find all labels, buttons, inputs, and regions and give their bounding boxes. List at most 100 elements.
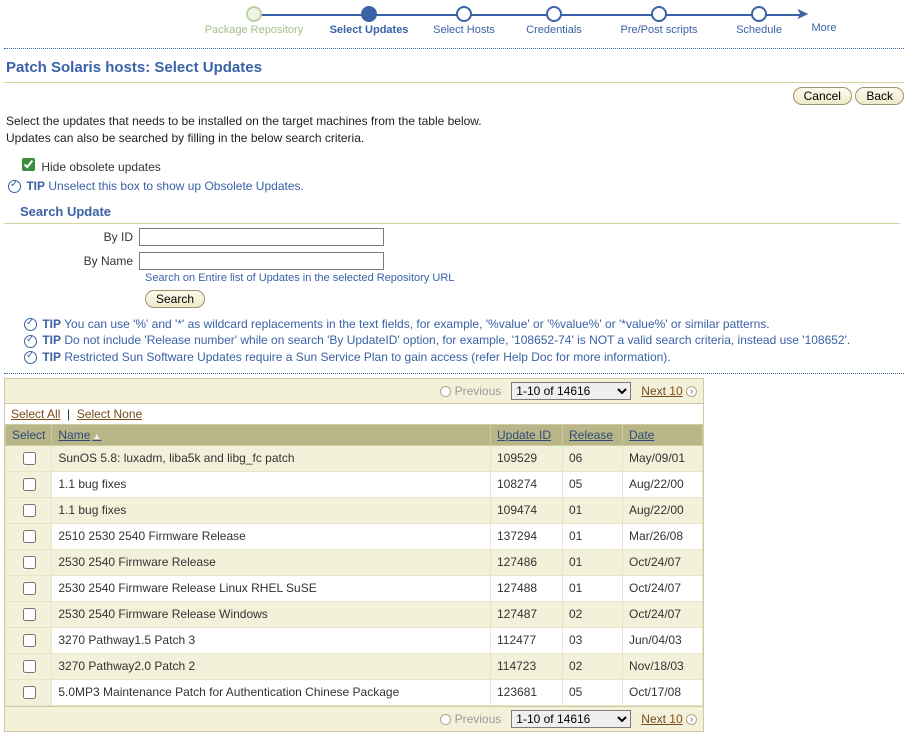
table-row: 2530 2540 Firmware Release Windows127487… bbox=[6, 601, 703, 627]
cell-update-id: 123681 bbox=[491, 679, 563, 705]
tip-line: TIP Do not include 'Release number' whil… bbox=[24, 332, 904, 348]
step-dot-icon bbox=[546, 6, 562, 22]
tip-line: TIP You can use '%' and '*' as wildcard … bbox=[24, 316, 904, 332]
row-checkbox[interactable] bbox=[23, 452, 36, 465]
row-checkbox[interactable] bbox=[23, 634, 36, 647]
next-icon[interactable] bbox=[686, 714, 697, 725]
table-row: SunOS 5.8: luxadm, liba5k and libg_fc pa… bbox=[6, 445, 703, 471]
col-update-id[interactable]: Update ID bbox=[491, 424, 563, 445]
cell-date: Aug/22/00 bbox=[623, 497, 703, 523]
cell-update-id: 127486 bbox=[491, 549, 563, 575]
divider bbox=[4, 373, 904, 374]
next-icon[interactable] bbox=[686, 386, 697, 397]
col-release[interactable]: Release bbox=[563, 424, 623, 445]
step-label: Select Updates bbox=[319, 24, 419, 36]
previous-link: Previous bbox=[455, 712, 502, 726]
hide-obsolete-checkbox[interactable] bbox=[22, 158, 35, 171]
cell-date: Jun/04/03 bbox=[623, 627, 703, 653]
row-checkbox[interactable] bbox=[23, 686, 36, 699]
step-label: Credentials bbox=[504, 24, 604, 36]
row-checkbox[interactable] bbox=[23, 608, 36, 621]
cell-date: Oct/24/07 bbox=[623, 575, 703, 601]
table-row: 1.1 bug fixes10827405Aug/22/00 bbox=[6, 471, 703, 497]
cell-name: SunOS 5.8: luxadm, liba5k and libg_fc pa… bbox=[52, 445, 491, 471]
step-label: Pre/Post scripts bbox=[609, 24, 709, 36]
step-dot-icon bbox=[361, 6, 377, 22]
cell-update-id: 127488 bbox=[491, 575, 563, 601]
cell-name: 2530 2540 Firmware Release bbox=[52, 549, 491, 575]
table-row: 2510 2530 2540 Firmware Release13729401M… bbox=[6, 523, 703, 549]
prev-icon bbox=[440, 714, 451, 725]
next-link[interactable]: Next 10 bbox=[641, 712, 682, 726]
cell-date: Aug/22/00 bbox=[623, 471, 703, 497]
row-checkbox[interactable] bbox=[23, 582, 36, 595]
pager-bottom: Previous 1-10 of 14616 Next 10 bbox=[5, 706, 703, 731]
tip-obsolete: TIP Unselect this box to show up Obsolet… bbox=[4, 178, 904, 194]
wizard-step-pre-post-scripts[interactable]: Pre/Post scripts bbox=[609, 6, 709, 36]
cell-date: May/09/01 bbox=[623, 445, 703, 471]
wizard-step-select-updates[interactable]: Select Updates bbox=[319, 6, 419, 36]
cell-release: 01 bbox=[563, 575, 623, 601]
back-button[interactable]: Back bbox=[855, 87, 904, 105]
table-row: 1.1 bug fixes10947401Aug/22/00 bbox=[6, 497, 703, 523]
table-row: 3270 Pathway2.0 Patch 211472302Nov/18/03 bbox=[6, 653, 703, 679]
row-checkbox[interactable] bbox=[23, 478, 36, 491]
step-label: Package Repository bbox=[204, 24, 304, 36]
tip-line: TIP Restricted Sun Software Updates requ… bbox=[24, 349, 904, 365]
col-select: Select bbox=[6, 424, 52, 445]
row-checkbox[interactable] bbox=[23, 660, 36, 673]
intro-line: Updates can also be searched by filling … bbox=[6, 130, 902, 147]
tip-prefix: TIP bbox=[42, 350, 61, 364]
table-row: 5.0MP3 Maintenance Patch for Authenticat… bbox=[6, 679, 703, 705]
cell-update-id: 137294 bbox=[491, 523, 563, 549]
sort-asc-icon: ▲ bbox=[90, 431, 101, 441]
row-checkbox[interactable] bbox=[23, 556, 36, 569]
cell-update-id: 109474 bbox=[491, 497, 563, 523]
wizard-stepper: ➤ Package Repository Select Updates Sele… bbox=[4, 4, 904, 46]
by-name-label: By Name bbox=[4, 254, 139, 268]
next-link[interactable]: Next 10 bbox=[641, 384, 682, 398]
tip-text: Unselect this box to show up Obsolete Up… bbox=[48, 179, 303, 193]
cell-date: Nov/18/03 bbox=[623, 653, 703, 679]
search-button[interactable]: Search bbox=[145, 290, 205, 308]
select-none-link[interactable]: Select None bbox=[77, 407, 142, 421]
cell-update-id: 114723 bbox=[491, 653, 563, 679]
cell-name: 5.0MP3 Maintenance Patch for Authenticat… bbox=[52, 679, 491, 705]
cell-release: 05 bbox=[563, 679, 623, 705]
cell-date: Oct/24/07 bbox=[623, 549, 703, 575]
prev-icon bbox=[440, 386, 451, 397]
cell-update-id: 108274 bbox=[491, 471, 563, 497]
cell-name: 1.1 bug fixes bbox=[52, 497, 491, 523]
search-by-name-input[interactable] bbox=[139, 252, 384, 270]
updates-panel: Previous 1-10 of 14616 Next 10 Select Al… bbox=[4, 378, 704, 732]
row-checkbox[interactable] bbox=[23, 530, 36, 543]
wizard-step-package-repository[interactable]: Package Repository bbox=[204, 6, 304, 36]
col-name[interactable]: Name▲ bbox=[52, 424, 491, 445]
step-label: Select Hosts bbox=[414, 24, 514, 36]
page-title: Patch Solaris hosts: Select Updates bbox=[4, 55, 904, 83]
cancel-button[interactable]: Cancel bbox=[793, 87, 852, 105]
select-all-link[interactable]: Select All bbox=[11, 407, 60, 421]
pager-top: Previous 1-10 of 14616 Next 10 bbox=[5, 379, 703, 404]
cell-release: 02 bbox=[563, 653, 623, 679]
col-date[interactable]: Date bbox=[623, 424, 703, 445]
cell-name: 3270 Pathway2.0 Patch 2 bbox=[52, 653, 491, 679]
search-by-id-row: By ID bbox=[4, 224, 904, 248]
step-dot-icon bbox=[456, 6, 472, 22]
divider bbox=[4, 48, 904, 49]
row-checkbox[interactable] bbox=[23, 504, 36, 517]
tip-icon bbox=[8, 180, 21, 193]
cell-release: 01 bbox=[563, 497, 623, 523]
wizard-more[interactable]: More bbox=[774, 22, 874, 34]
wizard-step-credentials[interactable]: Credentials bbox=[504, 6, 604, 36]
cell-date: Mar/26/08 bbox=[623, 523, 703, 549]
intro-text: Select the updates that needs to be inst… bbox=[4, 113, 904, 153]
search-by-id-input[interactable] bbox=[139, 228, 384, 246]
search-hint: Search on Entire list of Updates in the … bbox=[4, 272, 904, 284]
cell-update-id: 112477 bbox=[491, 627, 563, 653]
cell-update-id: 109529 bbox=[491, 445, 563, 471]
wizard-step-select-hosts[interactable]: Select Hosts bbox=[414, 6, 514, 36]
range-select[interactable]: 1-10 of 14616 bbox=[511, 382, 631, 400]
tip-icon bbox=[24, 351, 37, 364]
cell-date: Oct/24/07 bbox=[623, 601, 703, 627]
